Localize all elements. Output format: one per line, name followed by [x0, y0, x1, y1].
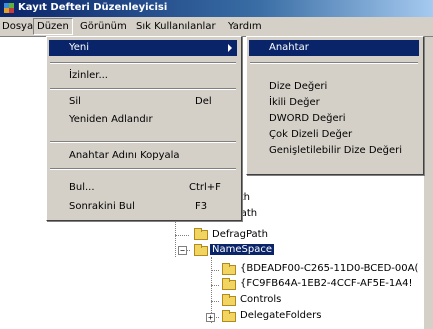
menu-item-find[interactable]: Bul... [69, 182, 95, 193]
submenu-item-binary-value[interactable]: İkili Değer [269, 97, 320, 108]
folder-icon [194, 228, 208, 240]
menu-bar: Dosya Düzen Görünüm Sık Kullanılanlar Ya… [0, 17, 433, 37]
submenu-item-key-label: Anahtar [269, 42, 309, 53]
tree-node-guid-1[interactable]: {BDEADF00-C265-11D0-BCED-00A( [240, 263, 418, 274]
submenu-item-key[interactable]: Anahtar [249, 40, 419, 56]
folder-icon [222, 263, 236, 275]
menu-file[interactable]: Dosya [2, 21, 33, 32]
tree-node-namespace[interactable]: NameSpace [210, 244, 274, 255]
menu-separator [50, 62, 236, 64]
tree-node-guid-2[interactable]: {FC9FB64A-1EB2-4CCF-AF5E-1A4! [240, 278, 412, 289]
submenu-item-multi-string-value[interactable]: Çok Dizeli Değer [269, 129, 352, 140]
menu-separator [50, 168, 236, 170]
submenu-arrow-icon [228, 44, 232, 52]
registry-icon [4, 3, 14, 13]
submenu-item-expandable-string-value[interactable]: Genişletilebilir Dize Değeri [269, 145, 402, 156]
tree-node-defragpath[interactable]: DefragPath [212, 229, 268, 240]
vertical-scrollbar[interactable] [424, 37, 433, 329]
window-title: Kayıt Defteri Düzenleyicisi [18, 2, 168, 13]
tree-connector [211, 270, 219, 271]
tree-node-controls[interactable]: Controls [240, 294, 281, 305]
edit-menu: Yeni İzinler... Sil Del Yeniden Adlandır… [46, 36, 242, 221]
menu-help[interactable]: Yardım [228, 21, 262, 32]
menu-item-rename[interactable]: Yeniden Adlandır [69, 114, 153, 125]
folder-open-icon [194, 244, 208, 256]
menu-separator [50, 141, 236, 143]
menu-separator [50, 88, 236, 90]
folder-icon [222, 294, 236, 306]
menu-view[interactable]: Görünüm [80, 21, 127, 32]
tree-connector [175, 235, 189, 236]
title-bar: Kayıt Defteri Düzenleyicisi [0, 0, 433, 17]
tree-connector [211, 285, 219, 286]
menu-item-find-shortcut: Ctrl+F [189, 182, 221, 193]
expand-icon[interactable]: + [206, 313, 215, 322]
menu-item-find-next[interactable]: Sonrakini Bul [69, 201, 135, 212]
new-submenu: Anahtar Dize Değeri İkili Değer DWORD De… [246, 36, 424, 175]
menu-item-delete[interactable]: Sil [69, 96, 81, 107]
menu-item-new-label: Yeni [69, 42, 90, 53]
menu-item-delete-shortcut: Del [195, 96, 212, 107]
submenu-item-string-value[interactable]: Dize Değeri [269, 81, 327, 92]
menu-separator [250, 62, 418, 64]
submenu-item-dword-value[interactable]: DWORD Değeri [269, 113, 346, 124]
menu-item-copy-key-name[interactable]: Anahtar Adını Kopyala [69, 150, 180, 161]
menu-edit[interactable]: Düzen [33, 18, 73, 35]
menu-item-find-next-shortcut: F3 [195, 201, 208, 212]
menu-item-new[interactable]: Yeni [49, 40, 237, 56]
menu-favorites[interactable]: Sık Kullanılanlar [136, 21, 216, 32]
tree-node-delegatefolders[interactable]: DelegateFolders [240, 310, 321, 321]
menu-item-permissions[interactable]: İzinler... [69, 70, 108, 81]
folder-icon [222, 310, 236, 322]
folder-icon [222, 278, 236, 290]
tree-connector [211, 301, 219, 302]
collapse-icon[interactable]: − [178, 246, 187, 255]
